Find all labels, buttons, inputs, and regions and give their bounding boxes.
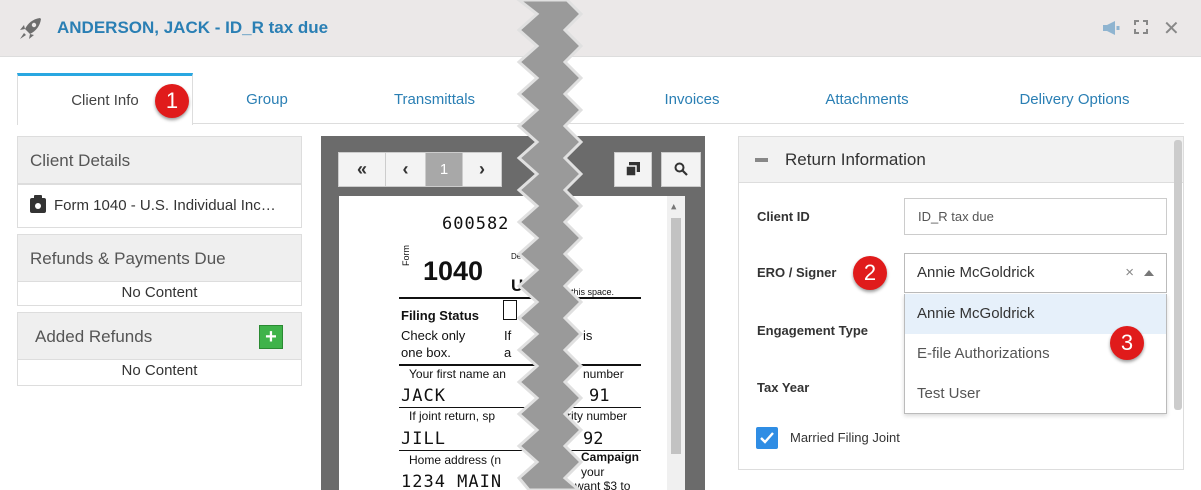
scroll-up-icon[interactable]: ▲ bbox=[671, 202, 676, 212]
tab-group[interactable]: Group bbox=[207, 73, 327, 124]
home-address-label: Home address (n bbox=[409, 453, 502, 467]
panel-scrollbar[interactable] bbox=[1174, 140, 1182, 410]
return-information-header[interactable]: Return Information bbox=[739, 137, 1183, 183]
tab-transmittals[interactable]: Transmittals bbox=[372, 73, 497, 124]
copy-button[interactable] bbox=[614, 152, 652, 187]
id-badge-icon bbox=[30, 195, 46, 213]
tab-invoices[interactable]: Invoices bbox=[632, 73, 752, 124]
collapse-icon[interactable] bbox=[755, 158, 768, 162]
form-control-number: 600582 bbox=[442, 214, 510, 234]
added-refunds-title: Added Refunds bbox=[35, 327, 153, 346]
search-icon bbox=[674, 162, 688, 176]
ero-signer-select[interactable]: Annie McGoldrick × bbox=[904, 253, 1167, 293]
engagement-type-label: Engagement Type bbox=[757, 323, 869, 338]
tab-delivery-options[interactable]: Delivery Options bbox=[997, 73, 1152, 124]
torn-edge-graphic bbox=[516, 0, 584, 490]
client-details-panel: Client Details bbox=[17, 136, 302, 185]
client-id-input[interactable]: ID_R tax due bbox=[904, 198, 1167, 235]
married-filing-joint-checkbox[interactable] bbox=[756, 427, 778, 449]
address-value: 1234 MAIN bbox=[401, 472, 503, 490]
clear-selection-icon[interactable]: × bbox=[1125, 254, 1134, 292]
first-name-label: Your first name an bbox=[409, 367, 506, 381]
copy-icon bbox=[625, 162, 640, 177]
refunds-payments-header[interactable]: Refunds & Payments Due bbox=[18, 235, 301, 282]
title-bar: ANDERSON, JACK - ID_R tax due ✕ bbox=[0, 0, 1201, 57]
client-id-label: Client ID bbox=[757, 209, 810, 224]
search-button[interactable] bbox=[661, 152, 701, 187]
tax-return-window: ANDERSON, JACK - ID_R tax due ✕ Client I… bbox=[0, 0, 1201, 490]
scroll-thumb[interactable] bbox=[671, 218, 681, 454]
rocket-icon bbox=[20, 18, 41, 39]
checkmark-icon bbox=[760, 432, 774, 444]
added-refunds-header: Added Refunds + bbox=[18, 313, 301, 360]
tab-attachments[interactable]: Attachments bbox=[807, 73, 927, 124]
one-box-label: one box. bbox=[401, 345, 451, 360]
page-number[interactable]: 1 bbox=[425, 152, 463, 187]
prev-page-button[interactable]: ‹ bbox=[385, 152, 426, 187]
ero-signer-label: ERO / Signer bbox=[757, 265, 837, 280]
spouse-name-value: JILL bbox=[401, 429, 446, 449]
ero-signer-value: Annie McGoldrick bbox=[917, 264, 1035, 281]
return-information-title: Return Information bbox=[785, 150, 926, 169]
campaign-label: Campaign bbox=[581, 450, 640, 464]
step-badge-3: 3 bbox=[1110, 326, 1144, 360]
married-filing-joint-label: Married Filing Joint bbox=[790, 430, 900, 445]
form-label: Form bbox=[401, 245, 411, 266]
form-number: 1040 bbox=[423, 256, 484, 286]
refunds-empty-text: No Content bbox=[121, 284, 198, 301]
megaphone-icon[interactable] bbox=[1102, 20, 1120, 36]
caret-up-icon[interactable] bbox=[1144, 270, 1154, 276]
first-page-button[interactable]: « bbox=[338, 152, 386, 187]
client-form-item[interactable]: Form 1040 - U.S. Individual Inc… bbox=[17, 185, 302, 228]
tab-bar: Client Info Group Transmittals Invoices … bbox=[17, 73, 1184, 125]
check-only-label: Check only bbox=[401, 328, 466, 343]
ssn-label: number bbox=[583, 367, 624, 381]
document-scrollbar[interactable]: ▲ bbox=[667, 196, 685, 490]
added-refunds-empty-text: No Content bbox=[121, 362, 198, 379]
first-name-value: JACK bbox=[401, 386, 446, 406]
filing-status-label: Filing Status bbox=[401, 308, 479, 323]
joint-return-label: If joint return, sp bbox=[409, 409, 496, 423]
client-details-header[interactable]: Client Details bbox=[18, 137, 301, 184]
client-form-label: Form 1040 - U.S. Individual Inc… bbox=[54, 197, 276, 214]
window-title: ANDERSON, JACK - ID_R tax due bbox=[57, 18, 329, 37]
added-refunds-panel: Added Refunds + No Content bbox=[17, 312, 302, 386]
spouse-ssn-value: 92 bbox=[583, 429, 604, 449]
tax-year-label: Tax Year bbox=[757, 380, 810, 395]
ssn-value: 91 bbox=[589, 386, 610, 406]
step-badge-2: 2 bbox=[853, 256, 887, 290]
add-refund-button[interactable]: + bbox=[259, 325, 283, 349]
refunds-payments-panel: Refunds & Payments Due No Content bbox=[17, 234, 302, 306]
close-icon[interactable]: ✕ bbox=[1163, 16, 1180, 41]
option-test-user[interactable]: Test User bbox=[905, 374, 1166, 414]
expand-icon[interactable] bbox=[1134, 20, 1148, 34]
step-badge-1: 1 bbox=[155, 84, 189, 118]
next-page-button[interactable]: › bbox=[462, 152, 502, 187]
